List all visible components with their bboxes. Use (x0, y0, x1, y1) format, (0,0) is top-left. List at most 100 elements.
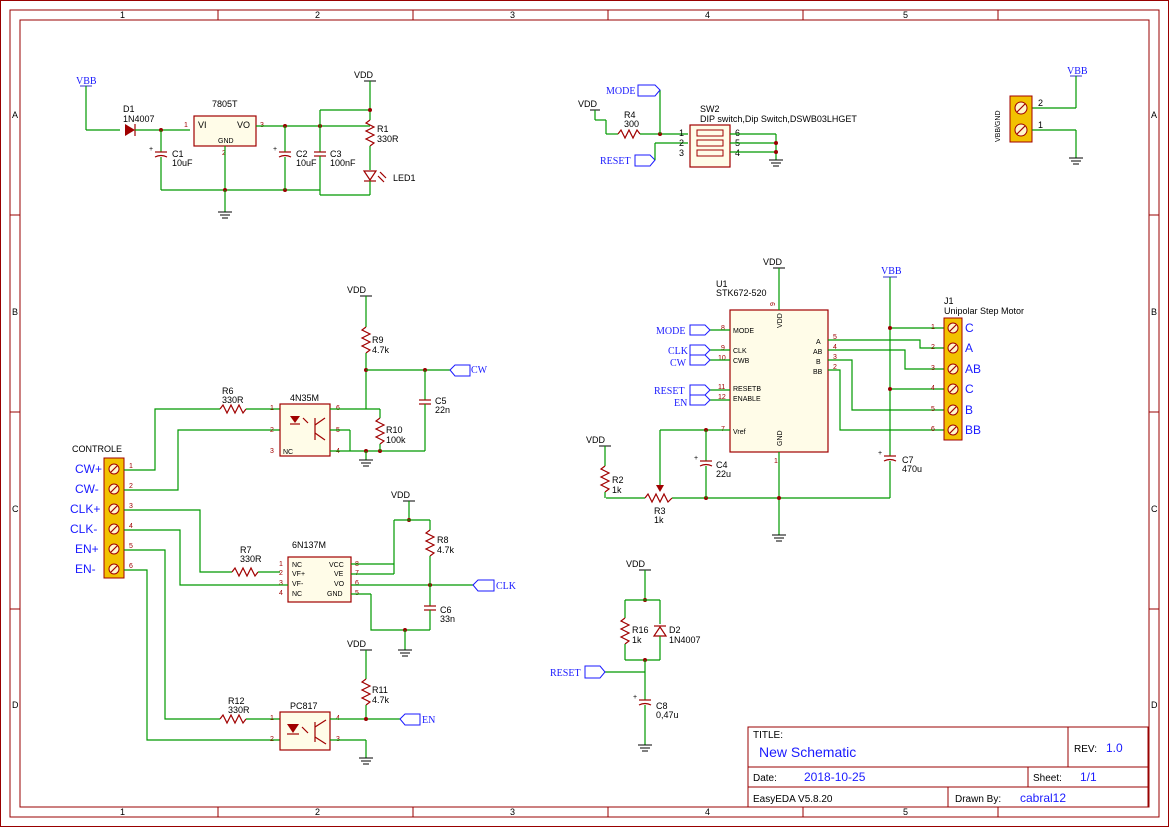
diode-d1-icon (125, 124, 135, 136)
controle-pin-en-minus: EN- (75, 562, 96, 576)
opto3-ref: PC817 (290, 701, 318, 711)
col-label-4-bottom: 4 (705, 807, 710, 817)
svg-text:+: + (694, 455, 698, 462)
tool-name: EasyEDA V5.8.20 (753, 794, 833, 805)
svg-text:2: 2 (129, 483, 133, 490)
rev-value: 1.0 (1106, 741, 1123, 755)
d2-ref: D2 (669, 625, 681, 635)
vdd-label-6: VDD (763, 257, 783, 267)
col-label-2: 2 (315, 10, 320, 20)
led-icon (362, 170, 378, 182)
svg-text:2: 2 (270, 736, 274, 743)
controle-connector: CONTROLE CW+ CW- CLK+ CLK- EN+ EN- 1 2 3… (70, 408, 280, 741)
optocoupler-pc817 (279, 711, 331, 751)
col-label-3-bottom: 3 (510, 807, 515, 817)
col-label-4: 4 (705, 10, 710, 20)
opto-6n137m-section: R7 330R 6N137M 1 2 3 4 NC VF+ VF- NC VCC… (231, 490, 517, 657)
u1-pin-a: A (816, 339, 821, 346)
reg-vo-pin: VO (237, 120, 250, 130)
opto2-pin-l1: NC (292, 562, 302, 569)
reset-circuit-section: VDD R16 1k D2 1N4007 RESET + C8 0,47u (550, 559, 701, 752)
r11-ref: R11 (372, 685, 388, 695)
r4-value: 300 (624, 119, 639, 129)
svg-text:+: + (273, 146, 277, 153)
r6-value: 330R (222, 395, 244, 405)
u1-pin-clk: CLK (733, 348, 747, 355)
sheet-frame: 1 2 3 4 5 1 2 3 4 5 A B C D A B C D (0, 0, 1169, 827)
opto2-pin-r4: GND (327, 591, 343, 598)
svg-text:4: 4 (279, 590, 283, 597)
vdd-label-4: VDD (391, 490, 411, 500)
controle-pin-cw-plus: CW+ (75, 462, 102, 476)
svg-text:1: 1 (279, 561, 283, 568)
date-value: 2018-10-25 (804, 770, 866, 784)
svg-text:4: 4 (129, 523, 133, 530)
motor-label-ab: AB (965, 362, 981, 376)
c5-value: 22n (435, 405, 450, 415)
reset-net-label: RESET (600, 156, 631, 167)
u1-pin-cwb: CWB (733, 358, 750, 365)
reset-circuit-net: RESET (550, 668, 581, 679)
vdd-label-5: VDD (347, 639, 367, 649)
svg-text:3: 3 (270, 448, 274, 455)
svg-text:1: 1 (270, 405, 274, 412)
svg-text:2: 2 (279, 570, 283, 577)
col-label-5-bottom: 5 (903, 807, 908, 817)
row-label-c-right: C (1151, 504, 1158, 514)
date-label: Date: (753, 773, 777, 784)
svg-text:6: 6 (735, 128, 740, 138)
motor-label-c1: C (965, 321, 974, 335)
r8-value: 4.7k (437, 545, 455, 555)
led-ref: LED1 (393, 173, 416, 183)
svg-text:5: 5 (129, 543, 133, 550)
opto2-pin-r3: VO (334, 581, 345, 588)
opto1-nc: NC (283, 449, 293, 456)
c1-value: 10uF (172, 158, 193, 168)
opto2-pin-r2: VE (334, 571, 344, 578)
drawn-label: Drawn By: (955, 794, 1001, 805)
r10-value: 100k (386, 435, 406, 445)
sheet-value: 1/1 (1080, 770, 1097, 784)
sw2-ref: SW2 (700, 104, 720, 114)
svg-text:3: 3 (931, 365, 935, 372)
u1-net-reset: RESET (654, 386, 685, 397)
col-label-2-bottom: 2 (315, 807, 320, 817)
vdd-label-1: VDD (354, 70, 374, 80)
r2-ref: R2 (612, 475, 624, 485)
svg-text:1: 1 (931, 324, 935, 331)
col-label-3: 3 (510, 10, 515, 20)
c3-value: 100nF (330, 158, 356, 168)
opto2-pin-l4: NC (292, 591, 302, 598)
dip-switch-section: VDD R4 300 MODE RESET SW2 DIP switch,Dip… (578, 84, 857, 168)
c4-value: 22u (716, 469, 731, 479)
row-label-d-right: D (1151, 700, 1158, 710)
cw-net-flag (449, 364, 471, 377)
r9-value: 4.7k (372, 345, 390, 355)
u1-pin-b: B (816, 359, 821, 366)
sheet-label: Sheet: (1033, 773, 1062, 784)
vdd-label-8: VDD (626, 559, 646, 569)
reg-ref: 7805T (212, 99, 238, 109)
c2-value: 10uF (296, 158, 317, 168)
r1-value: 330R (377, 134, 399, 144)
title-label: TITLE: (753, 730, 783, 741)
opto2-pin-l3: VF- (292, 581, 304, 588)
svg-text:6: 6 (129, 563, 133, 570)
motor-label-bb: BB (965, 423, 981, 437)
vbb-conn-label: VBB/GND (995, 110, 1002, 142)
svg-text:2: 2 (679, 138, 684, 148)
mode-net-flag (637, 84, 661, 97)
r12-value: 330R (228, 705, 250, 715)
motor-label-a: A (965, 341, 973, 355)
svg-text:1: 1 (270, 715, 274, 722)
opto-pc817-section: R12 330R PC817 1 2 4 3 VDD R11 4.7k EN (219, 639, 435, 765)
opto-4n35m-section: R6 330R 4N35M 1 2 3 6 5 4 NC VDD R9 4.7k… (219, 285, 488, 467)
opto2-pin-r1: VCC (329, 562, 344, 569)
r16-value: 1k (632, 635, 642, 645)
controle-pin-en-plus: EN+ (75, 542, 99, 556)
svg-text:1: 1 (184, 122, 188, 129)
svg-text:+: + (149, 146, 153, 153)
title-block: TITLE: New Schematic REV: 1.0 Date: 2018… (747, 726, 1149, 808)
svg-text:4: 4 (931, 385, 935, 392)
reg-vi-pin: VI (198, 120, 207, 130)
